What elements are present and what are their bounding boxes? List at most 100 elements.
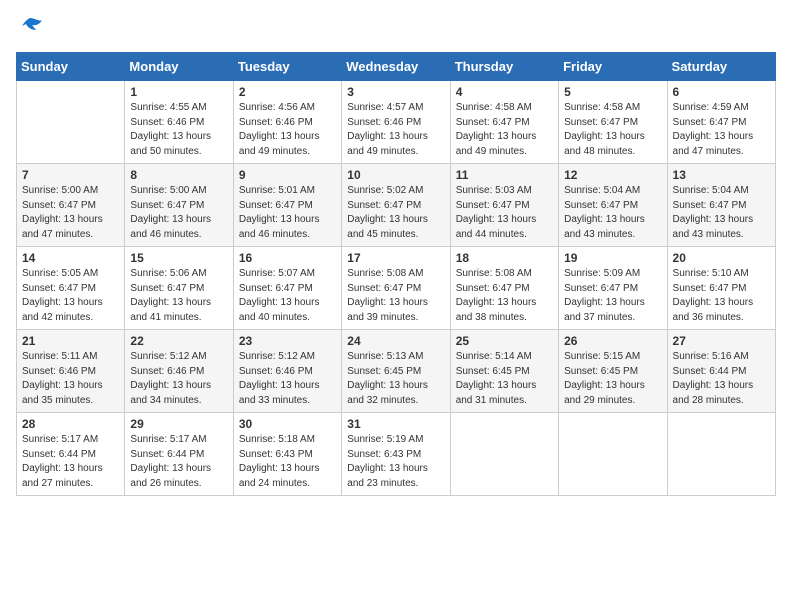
calendar-week-row: 14Sunrise: 5:05 AM Sunset: 6:47 PM Dayli… xyxy=(17,247,776,330)
calendar-cell: 23 Sunrise: 5:12 AM Sunset: 6:46 PM Dayli… xyxy=(233,330,341,413)
calendar-cell xyxy=(667,413,775,496)
day-info: Sunrise: 5:00 AM Sunset: 6:47 PM Dayligh… xyxy=(130,184,227,242)
day-info: Sunrise: 4:58 AM Sunset: 6:47 PM Dayligh… xyxy=(564,101,661,159)
day-number: 29 xyxy=(130,417,227,431)
day-number: 12 xyxy=(564,168,661,182)
day-info: Sunrise: 5:04 AM Sunset: 6:47 PM Dayligh… xyxy=(564,184,661,242)
day-of-week-header: Saturday xyxy=(667,53,775,81)
day-info: Sunrise: 5:02 AM Sunset: 6:47 PM Dayligh… xyxy=(347,184,444,242)
day-info: Sunrise: 4:59 AM Sunset: 6:47 PM Dayligh… xyxy=(673,101,770,159)
calendar-cell: 27Sunrise: 5:16 AM Sunset: 6:44 PM Dayli… xyxy=(667,330,775,413)
day-info: Sunrise: 5:17 AM Sunset: 6:44 PM Dayligh… xyxy=(22,433,119,491)
day-info: Sunrise: 5:12 AM Sunset: 6:46 PM Dayligh… xyxy=(239,350,336,408)
day-info: Sunrise: 4:56 AM Sunset: 6:46 PM Dayligh… xyxy=(239,101,336,159)
day-info: Sunrise: 5:09 AM Sunset: 6:47 PM Dayligh… xyxy=(564,267,661,325)
calendar-cell: 12 Sunrise: 5:04 AM Sunset: 6:47 PM Dayli… xyxy=(559,164,667,247)
calendar-cell xyxy=(17,81,125,164)
day-info: Sunrise: 5:12 AM Sunset: 6:46 PM Dayligh… xyxy=(130,350,227,408)
day-number: 6 xyxy=(673,85,770,99)
day-info: Sunrise: 5:15 AM Sunset: 6:45 PM Dayligh… xyxy=(564,350,661,408)
day-info: Sunrise: 5:00 AM Sunset: 6:47 PM Dayligh… xyxy=(22,184,119,242)
day-number: 20 xyxy=(673,251,770,265)
day-number: 4 xyxy=(456,85,553,99)
calendar-cell: 22 Sunrise: 5:12 AM Sunset: 6:46 PM Dayli… xyxy=(125,330,233,413)
day-info: Sunrise: 5:06 AM Sunset: 6:47 PM Dayligh… xyxy=(130,267,227,325)
day-number: 14 xyxy=(22,251,119,265)
day-info: Sunrise: 5:04 AM Sunset: 6:47 PM Dayligh… xyxy=(673,184,770,242)
calendar-cell: 17 Sunrise: 5:08 AM Sunset: 6:47 PM Dayli… xyxy=(342,247,450,330)
calendar-cell xyxy=(559,413,667,496)
day-number: 3 xyxy=(347,85,444,99)
day-number: 15 xyxy=(130,251,227,265)
day-number: 9 xyxy=(239,168,336,182)
calendar-week-row: 7 Sunrise: 5:00 AM Sunset: 6:47 PM Daylig… xyxy=(17,164,776,247)
day-info: Sunrise: 5:14 AM Sunset: 6:45 PM Dayligh… xyxy=(456,350,553,408)
day-number: 16 xyxy=(239,251,336,265)
calendar-body: 1 Sunrise: 4:55 AM Sunset: 6:46 PM Daylig… xyxy=(17,81,776,496)
day-of-week-header: Monday xyxy=(125,53,233,81)
day-number: 23 xyxy=(239,334,336,348)
day-info: Sunrise: 5:11 AM Sunset: 6:46 PM Dayligh… xyxy=(22,350,119,408)
calendar-cell: 16 Sunrise: 5:07 AM Sunset: 6:47 PM Dayli… xyxy=(233,247,341,330)
page-header xyxy=(16,16,776,40)
calendar-cell: 5 Sunrise: 4:58 AM Sunset: 6:47 PM Daylig… xyxy=(559,81,667,164)
calendar-cell: 28 Sunrise: 5:17 AM Sunset: 6:44 PM Dayli… xyxy=(17,413,125,496)
calendar-cell: 19 Sunrise: 5:09 AM Sunset: 6:47 PM Dayli… xyxy=(559,247,667,330)
day-info: Sunrise: 5:03 AM Sunset: 6:47 PM Dayligh… xyxy=(456,184,553,242)
day-info: Sunrise: 4:57 AM Sunset: 6:46 PM Dayligh… xyxy=(347,101,444,159)
day-info: Sunrise: 5:08 AM Sunset: 6:47 PM Dayligh… xyxy=(347,267,444,325)
day-number: 2 xyxy=(239,85,336,99)
day-of-week-header: Tuesday xyxy=(233,53,341,81)
day-number: 1 xyxy=(130,85,227,99)
day-info: Sunrise: 5:19 AM Sunset: 6:43 PM Dayligh… xyxy=(347,433,444,491)
days-of-week-row: SundayMondayTuesdayWednesdayThursdayFrid… xyxy=(17,53,776,81)
calendar-cell: 21 Sunrise: 5:11 AM Sunset: 6:46 PM Dayli… xyxy=(17,330,125,413)
day-number: 27 xyxy=(673,334,770,348)
day-info: Sunrise: 5:13 AM Sunset: 6:45 PM Dayligh… xyxy=(347,350,444,408)
day-number: 13 xyxy=(673,168,770,182)
calendar-cell: 8 Sunrise: 5:00 AM Sunset: 6:47 PM Daylig… xyxy=(125,164,233,247)
day-info: Sunrise: 5:08 AM Sunset: 6:47 PM Dayligh… xyxy=(456,267,553,325)
calendar-cell: 9 Sunrise: 5:01 AM Sunset: 6:47 PM Daylig… xyxy=(233,164,341,247)
day-number: 17 xyxy=(347,251,444,265)
calendar-week-row: 21 Sunrise: 5:11 AM Sunset: 6:46 PM Dayli… xyxy=(17,330,776,413)
day-number: 25 xyxy=(456,334,553,348)
calendar-cell: 31Sunrise: 5:19 AM Sunset: 6:43 PM Dayli… xyxy=(342,413,450,496)
calendar-week-row: 1 Sunrise: 4:55 AM Sunset: 6:46 PM Daylig… xyxy=(17,81,776,164)
calendar-cell: 7 Sunrise: 5:00 AM Sunset: 6:47 PM Daylig… xyxy=(17,164,125,247)
day-number: 24 xyxy=(347,334,444,348)
calendar-cell: 4 Sunrise: 4:58 AM Sunset: 6:47 PM Daylig… xyxy=(450,81,558,164)
day-number: 8 xyxy=(130,168,227,182)
day-info: Sunrise: 4:58 AM Sunset: 6:47 PM Dayligh… xyxy=(456,101,553,159)
day-info: Sunrise: 5:17 AM Sunset: 6:44 PM Dayligh… xyxy=(130,433,227,491)
calendar-cell: 15 Sunrise: 5:06 AM Sunset: 6:47 PM Dayli… xyxy=(125,247,233,330)
day-number: 21 xyxy=(22,334,119,348)
day-info: Sunrise: 5:10 AM Sunset: 6:47 PM Dayligh… xyxy=(673,267,770,325)
day-number: 10 xyxy=(347,168,444,182)
day-of-week-header: Friday xyxy=(559,53,667,81)
day-number: 30 xyxy=(239,417,336,431)
day-info: Sunrise: 4:55 AM Sunset: 6:46 PM Dayligh… xyxy=(130,101,227,159)
calendar-cell: 6 Sunrise: 4:59 AM Sunset: 6:47 PM Daylig… xyxy=(667,81,775,164)
calendar-cell: 1 Sunrise: 4:55 AM Sunset: 6:46 PM Daylig… xyxy=(125,81,233,164)
calendar-cell: 25 Sunrise: 5:14 AM Sunset: 6:45 PM Dayli… xyxy=(450,330,558,413)
day-number: 19 xyxy=(564,251,661,265)
day-number: 5 xyxy=(564,85,661,99)
day-number: 22 xyxy=(130,334,227,348)
calendar-cell: 3 Sunrise: 4:57 AM Sunset: 6:46 PM Daylig… xyxy=(342,81,450,164)
calendar-cell: 14Sunrise: 5:05 AM Sunset: 6:47 PM Dayli… xyxy=(17,247,125,330)
day-of-week-header: Sunday xyxy=(17,53,125,81)
day-of-week-header: Thursday xyxy=(450,53,558,81)
day-number: 11 xyxy=(456,168,553,182)
calendar-cell: 29 Sunrise: 5:17 AM Sunset: 6:44 PM Dayli… xyxy=(125,413,233,496)
day-number: 26 xyxy=(564,334,661,348)
calendar-cell: 13 Sunrise: 5:04 AM Sunset: 6:47 PM Dayli… xyxy=(667,164,775,247)
day-info: Sunrise: 5:07 AM Sunset: 6:47 PM Dayligh… xyxy=(239,267,336,325)
day-of-week-header: Wednesday xyxy=(342,53,450,81)
calendar-cell: 10 Sunrise: 5:02 AM Sunset: 6:47 PM Dayli… xyxy=(342,164,450,247)
calendar-week-row: 28 Sunrise: 5:17 AM Sunset: 6:44 PM Dayli… xyxy=(17,413,776,496)
day-number: 28 xyxy=(22,417,119,431)
day-info: Sunrise: 5:01 AM Sunset: 6:47 PM Dayligh… xyxy=(239,184,336,242)
day-number: 7 xyxy=(22,168,119,182)
calendar-cell: 11 Sunrise: 5:03 AM Sunset: 6:47 PM Dayli… xyxy=(450,164,558,247)
